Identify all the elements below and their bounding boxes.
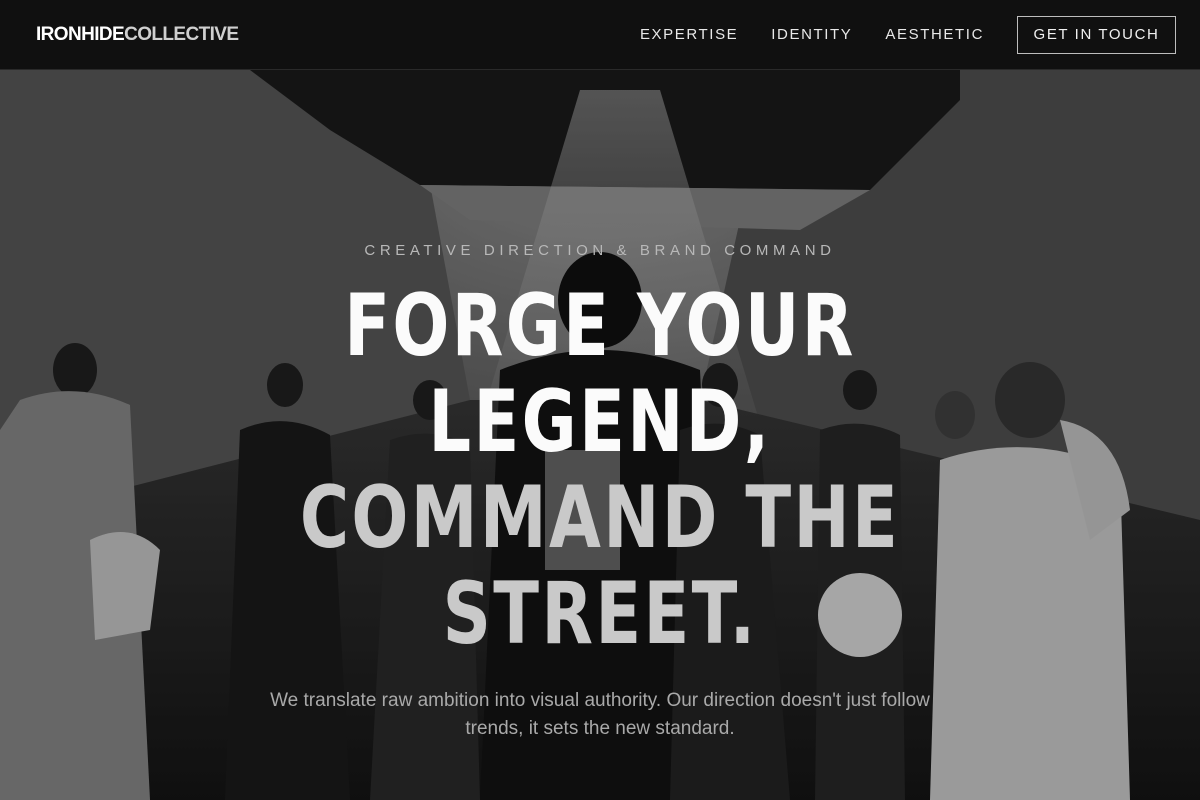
headline-line-2: LEGEND,	[428, 372, 772, 472]
headline-line-3: COMMAND THE	[299, 468, 901, 568]
headline-line-1: FORGE YOUR	[344, 276, 856, 376]
hero-eyebrow: CREATIVE DIRECTION & BRAND COMMAND	[364, 242, 836, 259]
top-navigation: IRONHIDE COLLECTIVE EXPERTISE IDENTITY AE…	[0, 0, 1200, 70]
brand-logo-part-2: COLLECTIVE	[124, 23, 239, 45]
brand-logo-part-1: IRONHIDE	[36, 23, 125, 45]
get-in-touch-button[interactable]: GET IN TOUCH	[1017, 15, 1176, 54]
hero-subtext: We translate raw ambition into visual au…	[270, 690, 930, 739]
brand-logo[interactable]: IRONHIDE COLLECTIVE	[36, 23, 239, 46]
headline-line-4: STREET.	[442, 564, 758, 664]
main-menu: EXPERTISE IDENTITY AESTHETIC GET IN TOUC…	[607, 15, 1176, 54]
hero-headline: FORGE YOUR LEGEND, COMMAND THE STREET.	[132, 278, 1068, 662]
nav-link-aesthetic[interactable]: AESTHETIC	[885, 26, 984, 43]
nav-link-expertise[interactable]: EXPERTISE	[640, 26, 738, 43]
hero-section: CREATIVE DIRECTION & BRAND COMMAND FORGE…	[0, 70, 1200, 800]
nav-link-identity[interactable]: IDENTITY	[771, 26, 852, 43]
